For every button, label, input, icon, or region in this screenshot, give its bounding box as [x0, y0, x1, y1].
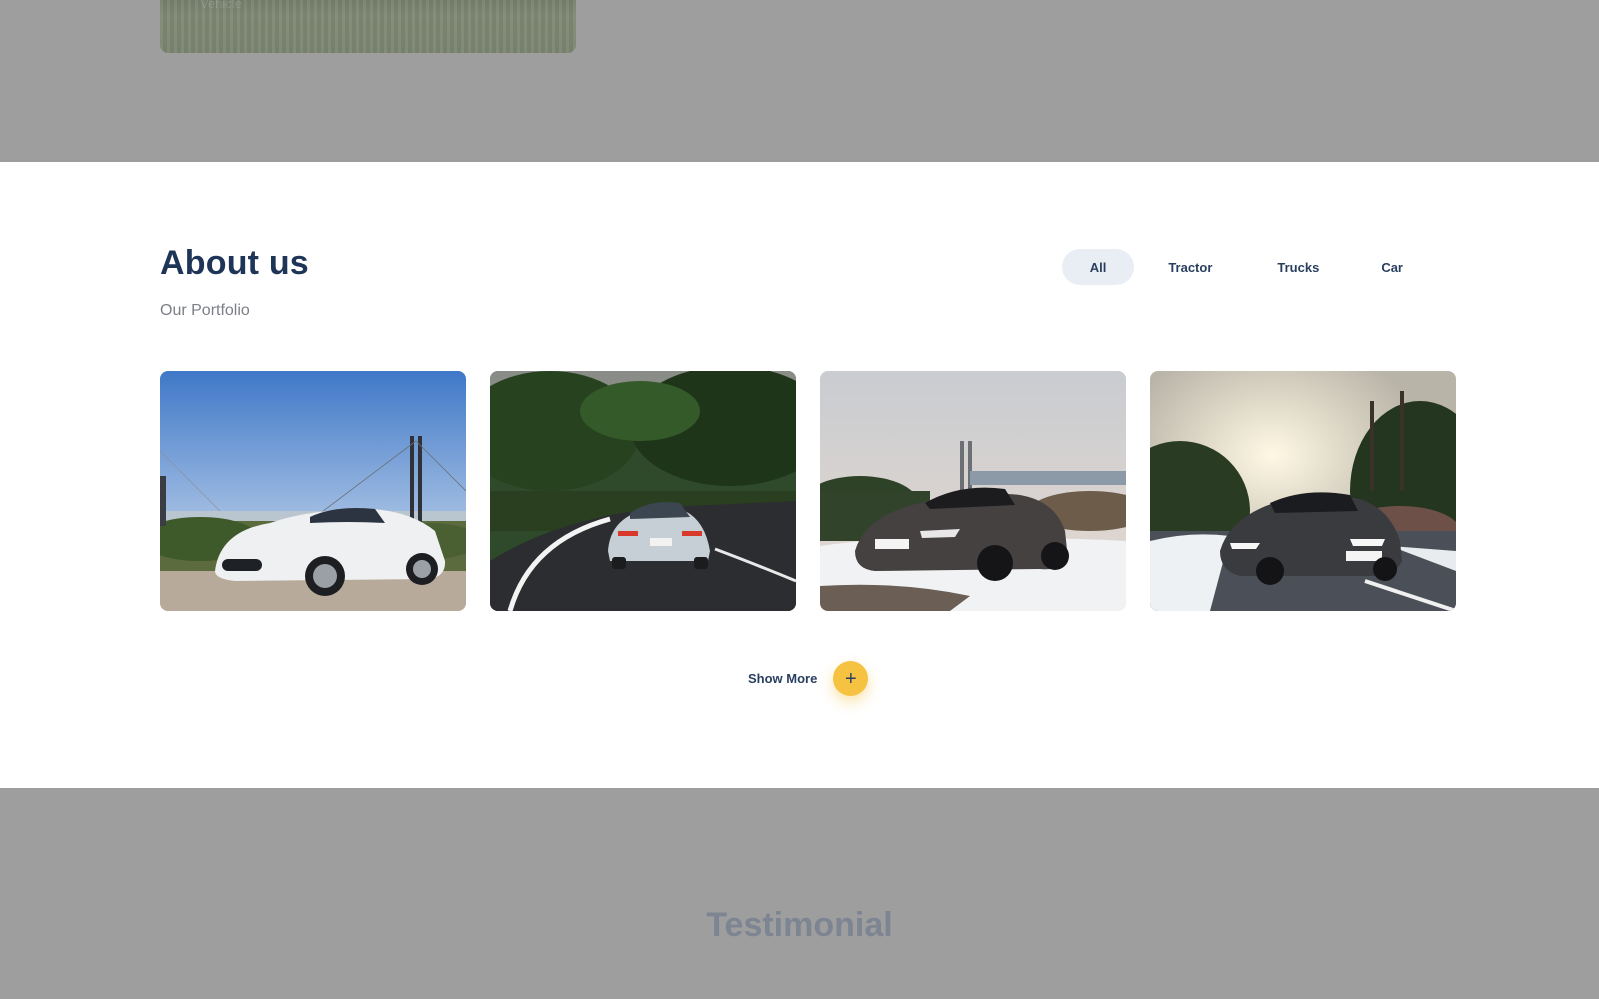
portfolio-photo-silver-sedan[interactable] — [490, 371, 796, 611]
card-caption: Vehicle — [200, 0, 242, 11]
plus-icon[interactable]: + — [833, 661, 869, 696]
testimonial-title: Testimonial — [706, 906, 893, 944]
dark-car-road-image — [1150, 371, 1456, 611]
white-coupe-image — [160, 371, 466, 611]
section-subtitle: Our Portfolio — [160, 302, 250, 319]
show-more-label: Show More — [748, 671, 818, 686]
dark-car-snow-image — [820, 371, 1126, 611]
filter-tabs: All Tractor Trucks Car — [1061, 249, 1434, 285]
overlay-bottom: Testimonial — [0, 788, 1599, 999]
portfolio-gallery — [160, 371, 1456, 611]
show-more-button[interactable]: Show More + — [748, 661, 869, 696]
portfolio-photo-dark-car-road[interactable] — [1150, 371, 1456, 611]
portfolio-photo-white-coupe[interactable] — [160, 371, 466, 611]
previous-section-card: Vehicle — [160, 0, 576, 53]
portfolio-photo-dark-car-snow[interactable] — [820, 371, 1126, 611]
filter-trucks[interactable]: Trucks — [1246, 249, 1350, 285]
silver-sedan-image — [490, 371, 796, 611]
filter-car[interactable]: Car — [1350, 249, 1434, 285]
filter-all[interactable]: All — [1061, 249, 1135, 285]
portfolio-section: About us Our Portfolio All Tractor Truck… — [0, 162, 1599, 788]
filter-tractor[interactable]: Tractor — [1134, 249, 1246, 285]
overlay-top: Vehicle — [0, 0, 1599, 162]
section-title: About us — [160, 244, 309, 282]
